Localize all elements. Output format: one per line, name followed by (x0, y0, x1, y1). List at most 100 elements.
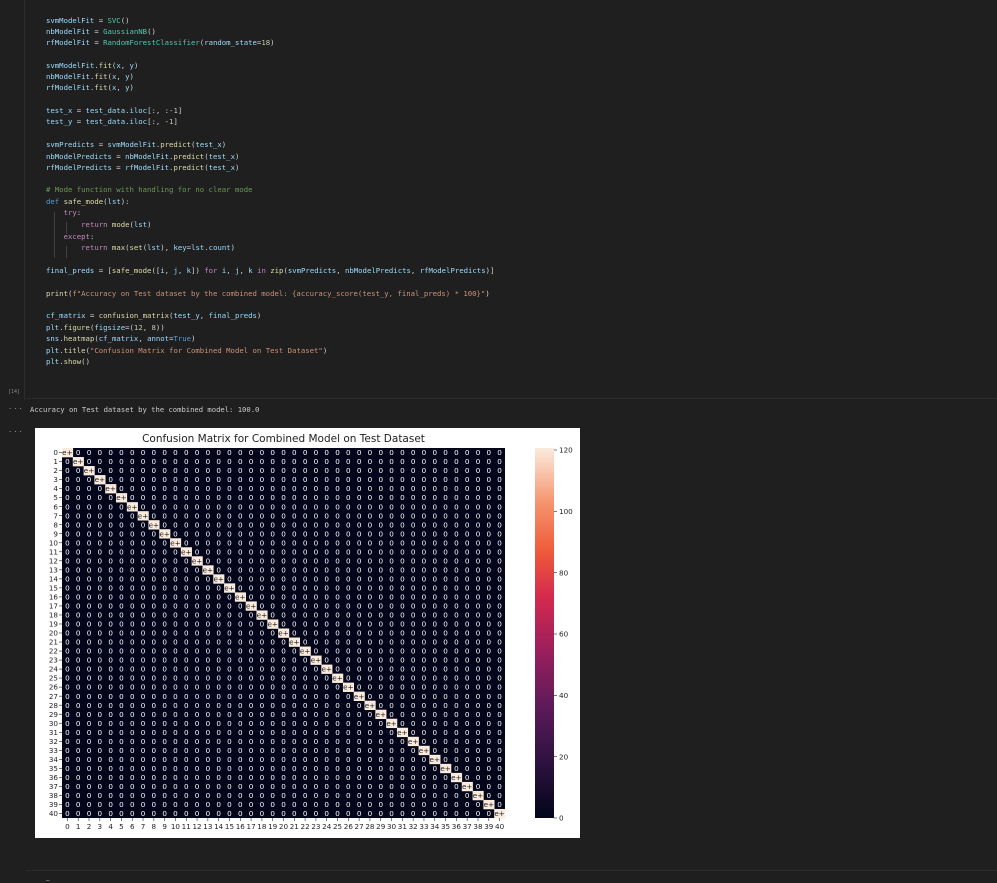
cell-annotation: 0 (173, 529, 178, 538)
cell-annotation: 0 (378, 574, 383, 583)
cell-annotation: 0 (184, 755, 189, 764)
cell-annotation: 0 (249, 538, 254, 547)
output-menu-icon[interactable]: ... (8, 403, 24, 411)
cell-annotation: 0 (346, 791, 351, 800)
cell-annotation: 0 (260, 620, 265, 629)
cell-annotation: 0 (65, 629, 70, 638)
cell-annotation: 0 (108, 547, 113, 556)
cell-annotation: 0 (141, 457, 146, 466)
cell-annotation: 0 (411, 448, 416, 457)
cell-annotation: 0 (303, 502, 308, 511)
cell-annotation: 0 (238, 809, 243, 818)
cell-annotation: 0 (98, 556, 103, 565)
cell-annotation: 0 (357, 620, 362, 629)
cell-annotation: 0 (216, 520, 221, 529)
cell-annotation: 0 (411, 620, 416, 629)
cell-annotation: 0 (465, 511, 470, 520)
cell-annotation: 0 (465, 791, 470, 800)
cell-annotation: 0 (119, 701, 124, 710)
cell-annotation: 0 (206, 611, 211, 620)
cell-annotation: 0 (108, 710, 113, 719)
cell-annotation: 0 (173, 602, 178, 611)
output-menu-icon[interactable]: ... (8, 426, 24, 434)
cell-annotation: 0 (152, 665, 157, 674)
cell-annotation: 0 (108, 683, 113, 692)
cell-annotation: 0 (487, 710, 492, 719)
cell-annotation: 0 (324, 547, 329, 556)
x-tick-label: 3 (98, 822, 103, 831)
cell-annotation: 0 (195, 638, 200, 647)
cell-annotation: 0 (303, 484, 308, 493)
cell-annotation: 0 (130, 629, 135, 638)
cell-annotation: 0 (249, 719, 254, 728)
cell-annotation: 0 (281, 556, 286, 565)
cell-annotation: 0 (227, 620, 232, 629)
cell-annotation: 0 (432, 583, 437, 592)
cell-annotation: 0 (432, 602, 437, 611)
cell-annotation: 0 (238, 737, 243, 746)
cell-annotation: 0 (432, 484, 437, 493)
cell-annotation: 0 (314, 746, 319, 755)
cell-annotation: 0 (411, 602, 416, 611)
cell-annotation: 0 (249, 737, 254, 746)
colorbar-tick-label: 60 (559, 630, 569, 639)
cell-annotation: 0 (108, 674, 113, 683)
cell-annotation: 0 (98, 565, 103, 574)
cell-annotation: 0 (249, 484, 254, 493)
cell-annotation: 0 (346, 547, 351, 556)
cell-annotation: 0 (411, 647, 416, 656)
cell-annotation: 0 (314, 547, 319, 556)
cell-annotation: 0 (162, 800, 167, 809)
cell-annotation: 0 (216, 728, 221, 737)
cell-annotation: 0 (249, 520, 254, 529)
cell-annotation: 0 (281, 719, 286, 728)
cell-annotation: 0 (335, 602, 340, 611)
code-line: cf_matrix = confusion_matrix(test_y, fin… (46, 311, 262, 320)
cell-annotation: 0 (487, 620, 492, 629)
cell-annotation: 0 (357, 565, 362, 574)
cell-annotation: 0 (303, 800, 308, 809)
cell-annotation: 0 (314, 448, 319, 457)
cell-annotation: 0 (443, 800, 448, 809)
cell-annotation: 0 (422, 593, 427, 602)
cell-annotation: 0 (335, 593, 340, 602)
cell-annotation: 0 (411, 574, 416, 583)
cell-annotation: 0 (119, 665, 124, 674)
cell-annotation: 0 (227, 593, 232, 602)
cell-annotation: 0 (281, 565, 286, 574)
cell-annotation: 0 (357, 466, 362, 475)
cell-annotation: 0 (400, 511, 405, 520)
cell-annotation: 0 (346, 475, 351, 484)
cell-annotation: e+ (246, 602, 256, 611)
next-code-cell[interactable]: … (26, 870, 997, 883)
cell-annotation: 0 (487, 520, 492, 529)
cell-annotation: 0 (195, 764, 200, 773)
cell-annotation: 0 (378, 773, 383, 782)
cell-annotation: 0 (422, 583, 427, 592)
cell-annotation: 0 (206, 764, 211, 773)
cell-annotation: 0 (87, 457, 92, 466)
cell-annotation: 0 (465, 773, 470, 782)
cell-annotation: 0 (487, 484, 492, 493)
cell-annotation: 0 (422, 457, 427, 466)
cell-annotation: 0 (249, 638, 254, 647)
cell-annotation: 0 (260, 448, 265, 457)
x-tick-label: 7 (141, 822, 146, 831)
cell-annotation: 0 (292, 529, 297, 538)
cell-annotation: 0 (162, 656, 167, 665)
cell-annotation: 0 (487, 493, 492, 502)
cell-annotation: 0 (216, 593, 221, 602)
cell-annotation: 0 (281, 656, 286, 665)
cell-annotation: 0 (65, 511, 70, 520)
cell-annotation: 0 (314, 556, 319, 565)
cell-annotation: 0 (443, 638, 448, 647)
cell-annotation: 0 (238, 791, 243, 800)
cell-annotation: 0 (346, 782, 351, 791)
cell-annotation: 0 (389, 737, 394, 746)
cell-annotation: 0 (432, 773, 437, 782)
cell-annotation: 0 (152, 593, 157, 602)
cell-annotation: 0 (465, 547, 470, 556)
cell-annotation: 0 (465, 719, 470, 728)
cell-annotation: 0 (368, 773, 373, 782)
cell-annotation: 0 (98, 791, 103, 800)
